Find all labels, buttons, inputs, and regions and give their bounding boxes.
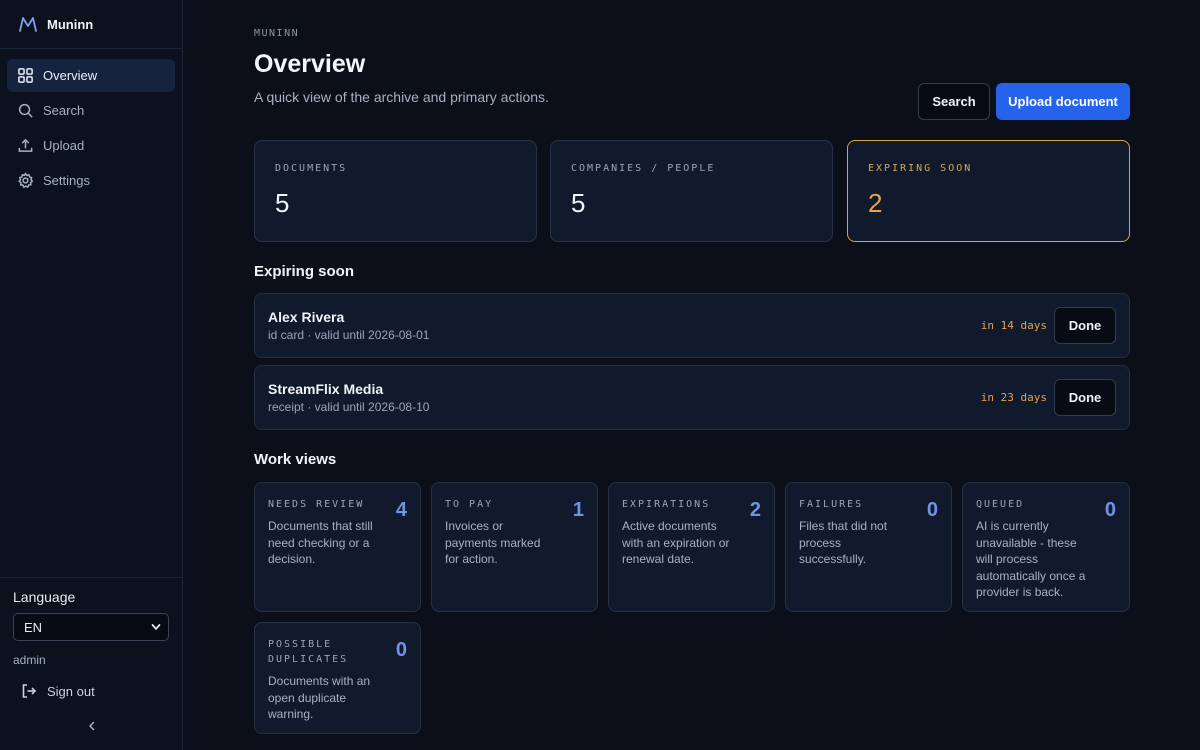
sign-out-icon xyxy=(22,684,37,698)
work-view-to-pay[interactable]: TO PAY Invoices or payments marked for a… xyxy=(431,482,598,612)
work-view-count: 0 xyxy=(926,499,938,521)
app-name: Muninn xyxy=(47,16,94,32)
expiring-item: StreamFlix Media receipt · valid until 2… xyxy=(254,365,1130,430)
sidebar-footer: Language EN admin Sign out xyxy=(0,577,182,750)
done-button[interactable]: Done xyxy=(1054,307,1116,344)
work-view-label: FAILURES xyxy=(799,499,864,510)
expiring-item-days: in 14 days xyxy=(980,319,1047,332)
work-view-description: Files that did not process successfully. xyxy=(799,519,888,566)
sidebar-item-settings[interactable]: Settings xyxy=(7,164,175,197)
user-name: admin xyxy=(13,653,46,667)
sidebar-item-label: Upload xyxy=(43,138,85,153)
language-value: EN xyxy=(24,619,43,635)
gear-icon xyxy=(18,172,34,189)
work-view-count: 4 xyxy=(395,499,407,521)
stat-label: DOCUMENTS xyxy=(275,163,348,174)
sign-out-label: Sign out xyxy=(47,683,95,699)
sign-out-button[interactable]: Sign out xyxy=(13,683,169,699)
grid-icon xyxy=(18,68,33,83)
collapse-sidebar-icon[interactable] xyxy=(86,720,98,732)
work-view-count: 1 xyxy=(572,499,584,521)
work-view-possible-duplicates[interactable]: POSSIBLE DUPLICATES Documents with an op… xyxy=(254,622,421,734)
work-view-count: 2 xyxy=(749,499,761,521)
work-view-label: QUEUED xyxy=(976,499,1025,510)
search-button[interactable]: Search xyxy=(918,83,990,120)
work-view-description: Active documents with an expiration or r… xyxy=(622,519,730,566)
work-view-count: 0 xyxy=(395,639,407,661)
expiring-item-name: Alex Rivera xyxy=(268,309,345,325)
work-view-label: EXPIRATIONS xyxy=(622,499,711,510)
work-view-queued[interactable]: QUEUED AI is currently unavailable - the… xyxy=(962,482,1130,612)
stat-value: 5 xyxy=(571,188,586,218)
stat-card-documents: DOCUMENTS 5 xyxy=(254,140,537,242)
upload-document-button[interactable]: Upload document xyxy=(996,83,1130,120)
upload-icon xyxy=(18,138,33,152)
sidebar-item-search[interactable]: Search xyxy=(7,94,175,127)
work-view-label: NEEDS REVIEW xyxy=(268,499,365,510)
search-icon xyxy=(18,103,33,118)
stat-value: 5 xyxy=(275,188,290,218)
sidebar-item-label: Overview xyxy=(43,68,98,83)
sidebar-item-label: Search xyxy=(43,103,85,118)
work-view-label: POSSIBLE DUPLICATES xyxy=(268,639,349,665)
work-view-needs-review[interactable]: NEEDS REVIEW Documents that still need c… xyxy=(254,482,421,612)
brand[interactable]: Muninn xyxy=(0,0,182,49)
stat-value: 2 xyxy=(868,188,883,218)
work-view-count: 0 xyxy=(1104,499,1116,521)
work-view-expirations[interactable]: EXPIRATIONS Active documents with an exp… xyxy=(608,482,775,612)
sidebar-nav: Overview Search Upload Settings xyxy=(0,49,182,197)
work-views-section-title: Work views xyxy=(254,451,337,468)
stat-label: COMPANIES / PEOPLE xyxy=(571,163,716,174)
expiring-section-title: Expiring soon xyxy=(254,263,355,280)
page-eyebrow: MUNINN xyxy=(254,28,300,39)
work-view-label: TO PAY xyxy=(445,499,494,510)
language-label: Language xyxy=(13,589,76,605)
chevron-down-icon xyxy=(151,624,161,631)
work-view-description: Documents with an open duplicate warning… xyxy=(268,674,371,721)
done-button[interactable]: Done xyxy=(1054,379,1116,416)
expiring-item-name: StreamFlix Media xyxy=(268,381,384,397)
work-view-description: Documents that still need checking or a … xyxy=(268,519,373,566)
work-view-description: Invoices or payments marked for action. xyxy=(445,519,541,566)
expiring-item-meta: receipt · valid until 2026-08-10 xyxy=(268,400,430,414)
logo-icon xyxy=(19,17,37,32)
expiring-item: Alex Rivera id card · valid until 2026-0… xyxy=(254,293,1130,358)
stat-label: EXPIRING SOON xyxy=(868,163,973,174)
work-view-failures[interactable]: FAILURES Files that did not process succ… xyxy=(785,482,952,612)
sidebar: Muninn Overview Search Upload Settings L… xyxy=(0,0,183,750)
language-select[interactable]: EN xyxy=(13,613,169,641)
sidebar-item-label: Settings xyxy=(43,173,90,188)
sidebar-item-upload[interactable]: Upload xyxy=(7,129,175,162)
expiring-item-days: in 23 days xyxy=(980,391,1047,404)
page-title: Overview xyxy=(254,50,366,78)
page-subtitle: A quick view of the archive and primary … xyxy=(254,89,549,105)
work-view-description: AI is currently unavailable - these will… xyxy=(976,519,1086,599)
expiring-item-meta: id card · valid until 2026-08-01 xyxy=(268,328,430,342)
stat-card-companies-people: COMPANIES / PEOPLE 5 xyxy=(550,140,833,242)
sidebar-item-overview[interactable]: Overview xyxy=(7,59,175,92)
stat-card-expiring-soon: EXPIRING SOON 2 xyxy=(847,140,1130,242)
